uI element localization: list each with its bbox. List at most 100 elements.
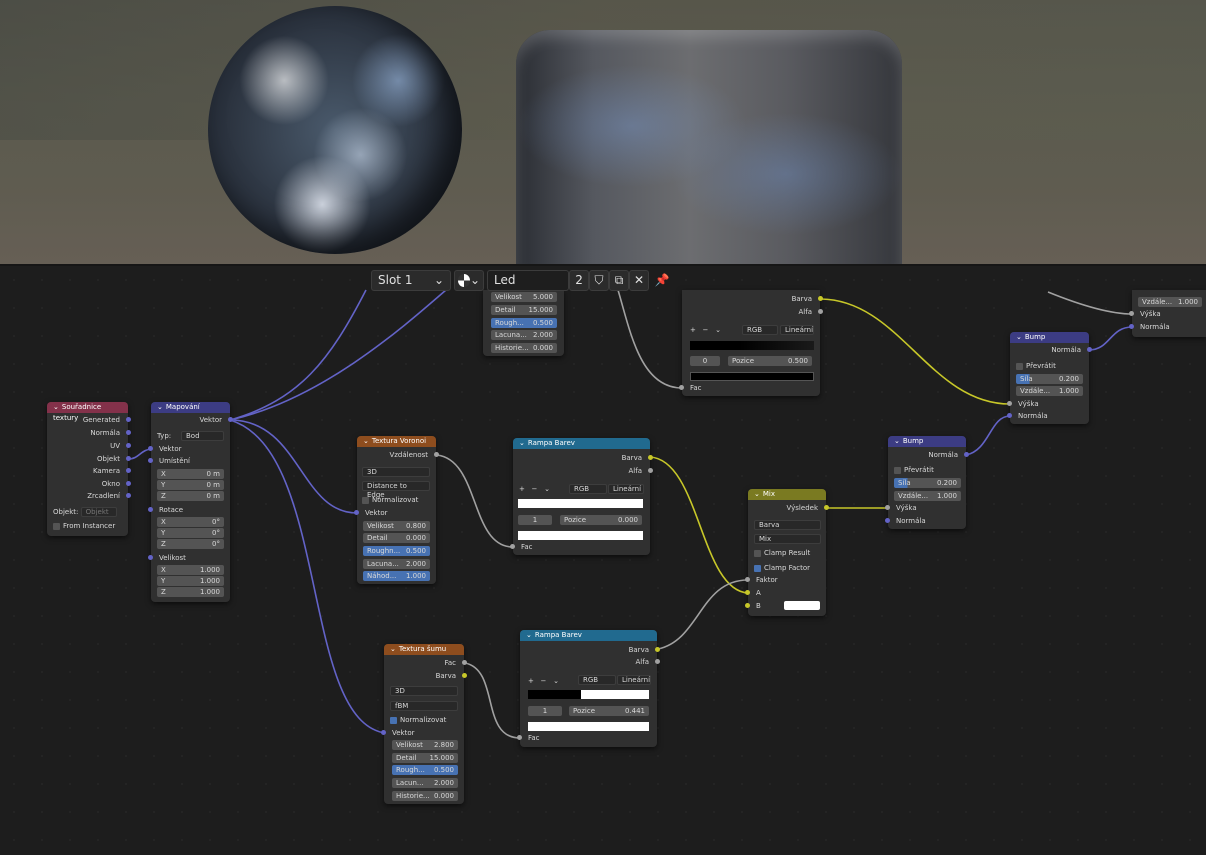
rotation-z[interactable]: Z 0° — [157, 539, 224, 549]
input-normal: Normála — [885, 516, 966, 526]
normalize-checkbox[interactable]: Normalizovat — [384, 715, 464, 725]
field-roughness[interactable]: Roughn... 0.500 — [363, 546, 430, 556]
field-scale[interactable]: Velikost 2.800 — [392, 740, 458, 750]
color-mode-dropdown[interactable]: RGB — [742, 325, 778, 335]
type-dropdown[interactable]: Bod — [181, 431, 224, 441]
object-field[interactable]: Objekt — [80, 507, 117, 517]
field-distortion[interactable]: Historie... 0.000 — [491, 343, 557, 353]
field-strength[interactable]: Síla 0.200 — [1016, 374, 1083, 384]
stop-index[interactable]: 1 — [518, 515, 552, 525]
duplicate-icon[interactable]: ⧉ — [609, 269, 629, 291]
output-distance: Vzdálenost — [357, 450, 439, 460]
field-distance[interactable]: Vzdále... 1.000 — [1016, 386, 1083, 396]
invert-checkbox[interactable]: Převrátit — [888, 465, 966, 475]
color-mode-dropdown[interactable]: RGB — [569, 484, 607, 494]
color-ramp-gradient[interactable] — [518, 499, 643, 508]
from-instancer-checkbox[interactable]: From Instancer — [47, 521, 128, 531]
node-noise-top[interactable]: Velikost 5.000 Detail 15.000 Rough... 0.500… — [483, 290, 564, 356]
stop-index[interactable]: 0 — [690, 356, 720, 366]
chevron-down-icon: ⌄ — [433, 273, 444, 287]
node-mapping[interactable]: Mapování Vektor Typ:Bod Vektor Umístění … — [148, 402, 233, 602]
node-color-ramp-top[interactable]: Barva Alfa + − ⌄ RGB Lineární 0 Pozice 0.… — [679, 290, 823, 396]
stop-color[interactable] — [690, 372, 814, 381]
node-mix[interactable]: Mix Výsledek Barva Mix Clamp Result Clam… — [745, 489, 829, 616]
color-ramp-gradient[interactable] — [690, 341, 814, 350]
field-roughness[interactable]: Rough... 0.500 — [491, 318, 557, 328]
interpolation-dropdown[interactable]: Lineární — [780, 325, 814, 335]
input-normal: Normála — [1129, 322, 1206, 332]
node-texture-coordinate[interactable]: Souřadnice textury Generated Normála UV … — [47, 402, 131, 536]
material-browse-button[interactable]: ⌄ — [454, 269, 484, 291]
field-strength[interactable]: Síla 0.200 — [894, 478, 961, 488]
type-row[interactable]: Typ: Bod — [151, 431, 230, 441]
input-height: Výška — [1007, 399, 1089, 409]
interpolation-dropdown[interactable]: Lineární — [608, 484, 644, 494]
field-distance[interactable]: Vzdále... 1.000 — [1138, 297, 1202, 307]
field-lacunarity[interactable]: Lacun... 2.000 — [392, 778, 458, 788]
location-x[interactable]: X0 m — [157, 469, 224, 479]
output-color: Barva — [384, 671, 467, 681]
field-detail[interactable]: Detail 15.000 — [491, 305, 557, 315]
dimensions-dropdown[interactable]: 3D — [362, 467, 430, 477]
color-swatch-b[interactable] — [784, 601, 820, 610]
field-scale[interactable]: Velikost 5.000 — [491, 292, 557, 302]
color-ramp-gradient[interactable] — [528, 690, 649, 699]
noise-type-dropdown[interactable]: fBM — [390, 701, 458, 711]
field-distance[interactable]: Vzdále... 1.000 — [894, 491, 961, 501]
field-lacunarity[interactable]: Lacuna... 2.000 — [363, 559, 430, 569]
field-roughness[interactable]: Rough... 0.500 — [392, 765, 458, 775]
scale-y[interactable]: Y 1.000 — [157, 576, 224, 586]
node-voronoi-texture[interactable]: Textura Voronoi Vzdálenost 3D Distance t… — [354, 436, 439, 584]
normalize-checkbox[interactable]: Normalizovat — [357, 495, 436, 505]
interpolation-dropdown[interactable]: Lineární — [617, 675, 651, 685]
input-normal: Normála — [1007, 411, 1089, 421]
stop-position[interactable]: Pozice 0.500 — [728, 356, 812, 366]
node-color-ramp-mid[interactable]: Rampa Barev Barva Alfa + − ⌄ RGB Lineárn… — [510, 438, 653, 555]
slot-dropdown[interactable]: Slot 1 ⌄ — [371, 269, 451, 291]
color-mode-dropdown[interactable]: RGB — [578, 675, 616, 685]
close-icon[interactable]: ✕ — [629, 269, 649, 291]
material-name-field[interactable]: Led — [487, 269, 569, 291]
stop-color[interactable] — [518, 531, 643, 540]
field-lacunarity[interactable]: Lacuna... 2.000 — [491, 330, 557, 340]
scale-z[interactable]: Z 1.000 — [157, 587, 224, 597]
object-picker[interactable]: Objekt: Objekt — [47, 507, 128, 517]
field-distortion[interactable]: Historie... 0.000 — [392, 791, 458, 801]
stop-color[interactable] — [528, 722, 649, 731]
node-title: Mapování — [151, 402, 230, 413]
3d-viewport[interactable] — [0, 0, 1206, 264]
node-title: Textura Voronoi — [357, 436, 436, 447]
input-location: Umístění — [148, 456, 230, 466]
rotation-x[interactable]: X 0° — [157, 517, 224, 527]
invert-checkbox[interactable]: Převrátit — [1010, 361, 1089, 371]
dimensions-dropdown[interactable]: 3D — [390, 686, 458, 696]
node-noise-texture[interactable]: Textura šumu Fac Barva 3D fBM Normalizov… — [381, 644, 467, 804]
input-fac: Fac — [510, 542, 650, 552]
input-height: Výška — [1129, 309, 1206, 319]
stop-index[interactable]: 1 — [528, 706, 562, 716]
location-z[interactable]: Z0 m — [157, 491, 224, 501]
node-bump-edge[interactable]: Vzdále... 1.000 Výška Normála — [1129, 290, 1206, 337]
location-y[interactable]: Y0 m — [157, 480, 224, 490]
clamp-factor-checkbox[interactable]: Clamp Factor — [748, 563, 826, 573]
fake-user-shield-icon[interactable]: ⛉ — [589, 269, 609, 291]
scale-x[interactable]: X 1.000 — [157, 565, 224, 575]
user-count[interactable]: 2 — [569, 269, 589, 291]
stop-position[interactable]: Pozice 0.441 — [569, 706, 649, 716]
node-color-ramp-bottom[interactable]: Rampa Barev Barva Alfa + − ⌄ RGB Lineárn… — [517, 630, 660, 747]
node-title: Rampa Barev — [513, 438, 650, 449]
field-detail[interactable]: Detail 15.000 — [392, 753, 458, 763]
stop-position[interactable]: Pozice 0.000 — [560, 515, 642, 525]
input-b[interactable]: B — [745, 601, 826, 611]
blend-mode-dropdown[interactable]: Mix — [754, 534, 821, 544]
field-randomness[interactable]: Náhod... 1.000 — [363, 571, 430, 581]
field-detail[interactable]: Detail 0.000 — [363, 533, 430, 543]
pin-icon[interactable]: 📌 — [652, 270, 672, 291]
clamp-result-checkbox[interactable]: Clamp Result — [748, 548, 826, 558]
node-bump-mid[interactable]: Bump Normála Převrátit Síla0.200 Vzdále.… — [885, 436, 969, 529]
rotation-y[interactable]: Y 0° — [157, 528, 224, 538]
data-type-dropdown[interactable]: Barva — [754, 520, 821, 530]
field-scale[interactable]: Velikost 0.800 — [363, 521, 430, 531]
node-bump-top[interactable]: Bump Normála Převrátit Síla0.200 Vzdále.… — [1007, 332, 1092, 424]
feature-dropdown[interactable]: Distance to Edge — [362, 481, 430, 499]
